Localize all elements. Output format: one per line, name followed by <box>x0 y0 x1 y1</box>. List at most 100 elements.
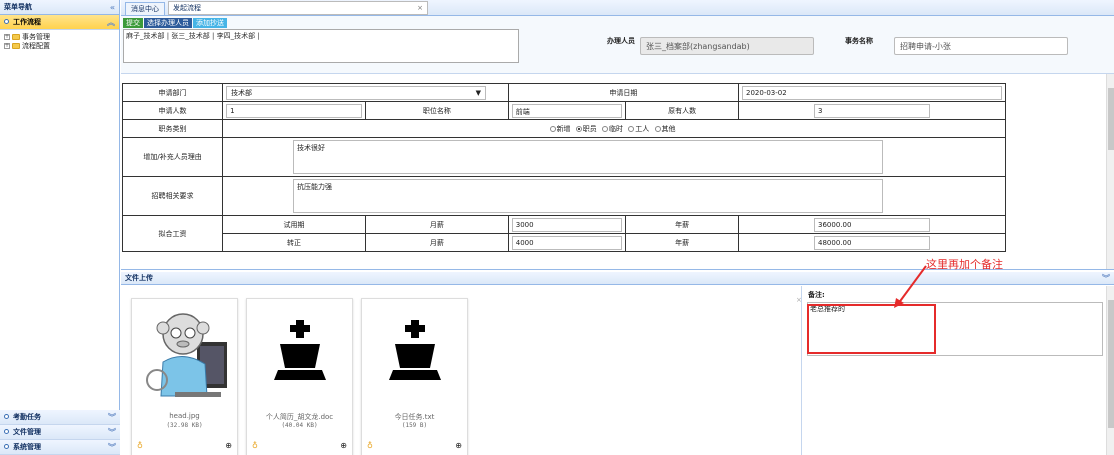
close-tab-icon[interactable]: × <box>417 4 423 12</box>
document-icon <box>250 302 349 404</box>
document-icon <box>365 302 464 404</box>
form-table: 申请部门 技术部 ▼ 申请日期 2020-03-02 申请人数 1 职位名称 前端… <box>121 83 1006 252</box>
application-form: 申请部门 技术部 ▼ 申请日期 2020-03-02 申请人数 1 职位名称 前端… <box>121 74 1114 270</box>
upload-title: 文件上传 <box>125 274 153 282</box>
section-bullet-icon <box>4 19 9 24</box>
collapse-sidebar-icon[interactable]: « <box>110 3 115 12</box>
close-icon[interactable]: × <box>796 296 802 304</box>
tree-item-affair-management[interactable]: + 事务管理 <box>4 32 115 41</box>
file-size: (40.04 KB) <box>281 422 318 429</box>
flow-header-panel: 提交 选择办理人员 添加抄送 麻子_技术部 | 张三_技术部 | 李四_技术部 … <box>121 16 1114 74</box>
probation-monthly-field[interactable]: 3000 <box>511 217 623 232</box>
yearly-label: 年薪 <box>625 233 739 252</box>
date-field[interactable]: 2020-03-02 <box>742 85 1002 100</box>
sidebar-section-workflow[interactable]: 工作流程 ︽ <box>0 15 119 30</box>
expand-icon[interactable]: + <box>4 42 10 49</box>
zoom-in-icon[interactable]: ⊕ <box>225 441 232 450</box>
chevron-down-icon[interactable]: ︾ <box>108 412 116 423</box>
tab-message-center[interactable]: 消息中心 <box>125 2 165 15</box>
yearly-label: 年薪 <box>625 215 739 234</box>
position-label: 职位名称 <box>364 101 509 120</box>
chevron-up-icon[interactable]: ︽ <box>107 17 115 28</box>
radio-staff[interactable]: 职员 <box>575 124 597 134</box>
reason-textarea[interactable]: 技术很好 <box>293 140 884 174</box>
sidebar-section-attendance[interactable]: 考勤任务 ︾ <box>0 410 120 425</box>
existing-field[interactable]: 3 <box>814 103 930 118</box>
sidebar-section-label: 文件管理 <box>13 428 41 436</box>
chevron-down-icon[interactable]: ︾ <box>1102 273 1110 284</box>
sidebar-header: 菜单导航 « <box>0 0 119 15</box>
tab-start-flow[interactable]: 发起流程 × <box>168 1 428 15</box>
count-field[interactable]: 1 <box>226 103 362 118</box>
probation-yearly-field[interactable]: 36000.00 <box>814 217 930 232</box>
position-field[interactable]: 前端 <box>511 103 623 118</box>
section-bullet-icon <box>4 444 9 449</box>
delete-icon[interactable]: ♁ <box>252 441 258 450</box>
avatar-image <box>135 302 234 404</box>
type-label: 职务类别 <box>121 119 224 138</box>
form-scrollbar[interactable] <box>1106 74 1114 269</box>
handlers-textarea[interactable]: 麻子_技术部 | 张三_技术部 | 李四_技术部 | <box>123 29 519 63</box>
dept-label: 申请部门 <box>121 83 224 102</box>
file-card[interactable]: 个人简历_胡文龙.doc (40.04 KB) ♁ ⊕ <box>246 298 353 455</box>
requirement-label: 招聘相关要求 <box>121 176 224 216</box>
upload-scrollbar[interactable] <box>1106 286 1114 455</box>
salary-label: 拟合工资 <box>121 215 224 252</box>
sidebar-section-label: 工作流程 <box>13 18 41 26</box>
radio-other[interactable]: 其他 <box>654 124 676 134</box>
regular-label: 转正 <box>222 233 366 252</box>
probation-label: 试用期 <box>222 215 366 234</box>
file-card[interactable]: head.jpg (32.98 KB) ♁ ⊕ <box>131 298 238 455</box>
affair-name-field[interactable]: 招聘申请-小张 <box>894 37 1068 55</box>
folder-icon <box>12 33 20 40</box>
handler-field[interactable]: 张三_档案部(zhangsandab) <box>640 37 814 55</box>
folder-icon <box>12 42 20 49</box>
sidebar-section-system[interactable]: 系统管理 ︾ <box>0 440 120 455</box>
dept-select[interactable]: 技术部 ▼ <box>226 85 487 100</box>
scrollbar-thumb[interactable] <box>1108 88 1114 150</box>
tree-item-flow-config[interactable]: + 流程配置 <box>4 41 115 50</box>
zoom-in-icon[interactable]: ⊕ <box>455 441 462 450</box>
annotation-text: 这里再加个备注 <box>926 258 1003 271</box>
regular-monthly-field[interactable]: 4000 <box>511 235 623 250</box>
tree-item-label: 流程配置 <box>22 41 50 50</box>
type-radio-group: 新增 职员 临时 工人 其他 <box>222 119 1006 138</box>
radio-icon <box>654 125 661 132</box>
sidebar-section-files[interactable]: 文件管理 ︾ <box>0 425 120 440</box>
radio-temp[interactable]: 临时 <box>602 124 623 134</box>
scrollbar-thumb[interactable] <box>1108 300 1114 428</box>
sidebar-bottom-sections: 考勤任务 ︾ 文件管理 ︾ 系统管理 ︾ <box>0 410 120 455</box>
expand-icon[interactable]: + <box>4 33 10 40</box>
sidebar: 菜单导航 « 工作流程 ︽ + 事务管理 + 流程配置 考勤任务 ︾ 文件管理 … <box>0 0 120 455</box>
affair-label: 事务名称 <box>845 37 873 45</box>
date-label: 申请日期 <box>507 83 740 102</box>
requirement-textarea[interactable]: 抗压能力强 <box>293 179 884 213</box>
radio-new[interactable]: 新增 <box>549 124 571 134</box>
regular-yearly-field[interactable]: 48000.00 <box>814 235 930 250</box>
file-size: (159 B) <box>401 422 428 429</box>
file-size: (32.98 KB) <box>166 422 203 429</box>
radio-icon <box>628 125 635 132</box>
delete-icon[interactable]: ♁ <box>137 441 143 450</box>
reason-label: 增加/补充人员理由 <box>121 137 224 177</box>
handler-label: 办理人员 <box>607 37 635 45</box>
file-card[interactable]: 今日任务.txt (159 B) ♁ ⊕ <box>361 298 468 455</box>
chevron-down-icon[interactable]: ︾ <box>108 442 116 453</box>
upload-header: 文件上传 ︾ <box>121 272 1114 285</box>
tab-bar: 消息中心 发起流程 × <box>121 0 1114 16</box>
note-label: 备注: <box>808 291 825 299</box>
sidebar-section-label: 系统管理 <box>13 443 41 451</box>
sidebar-section-label: 考勤任务 <box>13 413 41 421</box>
file-name: 今日任务.txt <box>394 413 435 421</box>
chevron-down-icon[interactable]: ︾ <box>108 427 116 438</box>
radio-icon <box>549 125 556 132</box>
add-cc-button[interactable]: 添加抄送 <box>193 18 227 28</box>
sidebar-tree: + 事务管理 + 流程配置 <box>0 30 119 52</box>
upload-panel: 文件上传 ︾ head.jpg (32.98 KB) ♁ ⊕ 个人简历_胡文龙.… <box>121 272 1114 455</box>
choose-handler-button[interactable]: 选择办理人员 <box>144 18 192 28</box>
delete-icon[interactable]: ♁ <box>367 441 373 450</box>
submit-button[interactable]: 提交 <box>123 18 143 28</box>
radio-worker[interactable]: 工人 <box>628 124 649 134</box>
zoom-in-icon[interactable]: ⊕ <box>340 441 347 450</box>
sidebar-title: 菜单导航 <box>4 3 32 11</box>
